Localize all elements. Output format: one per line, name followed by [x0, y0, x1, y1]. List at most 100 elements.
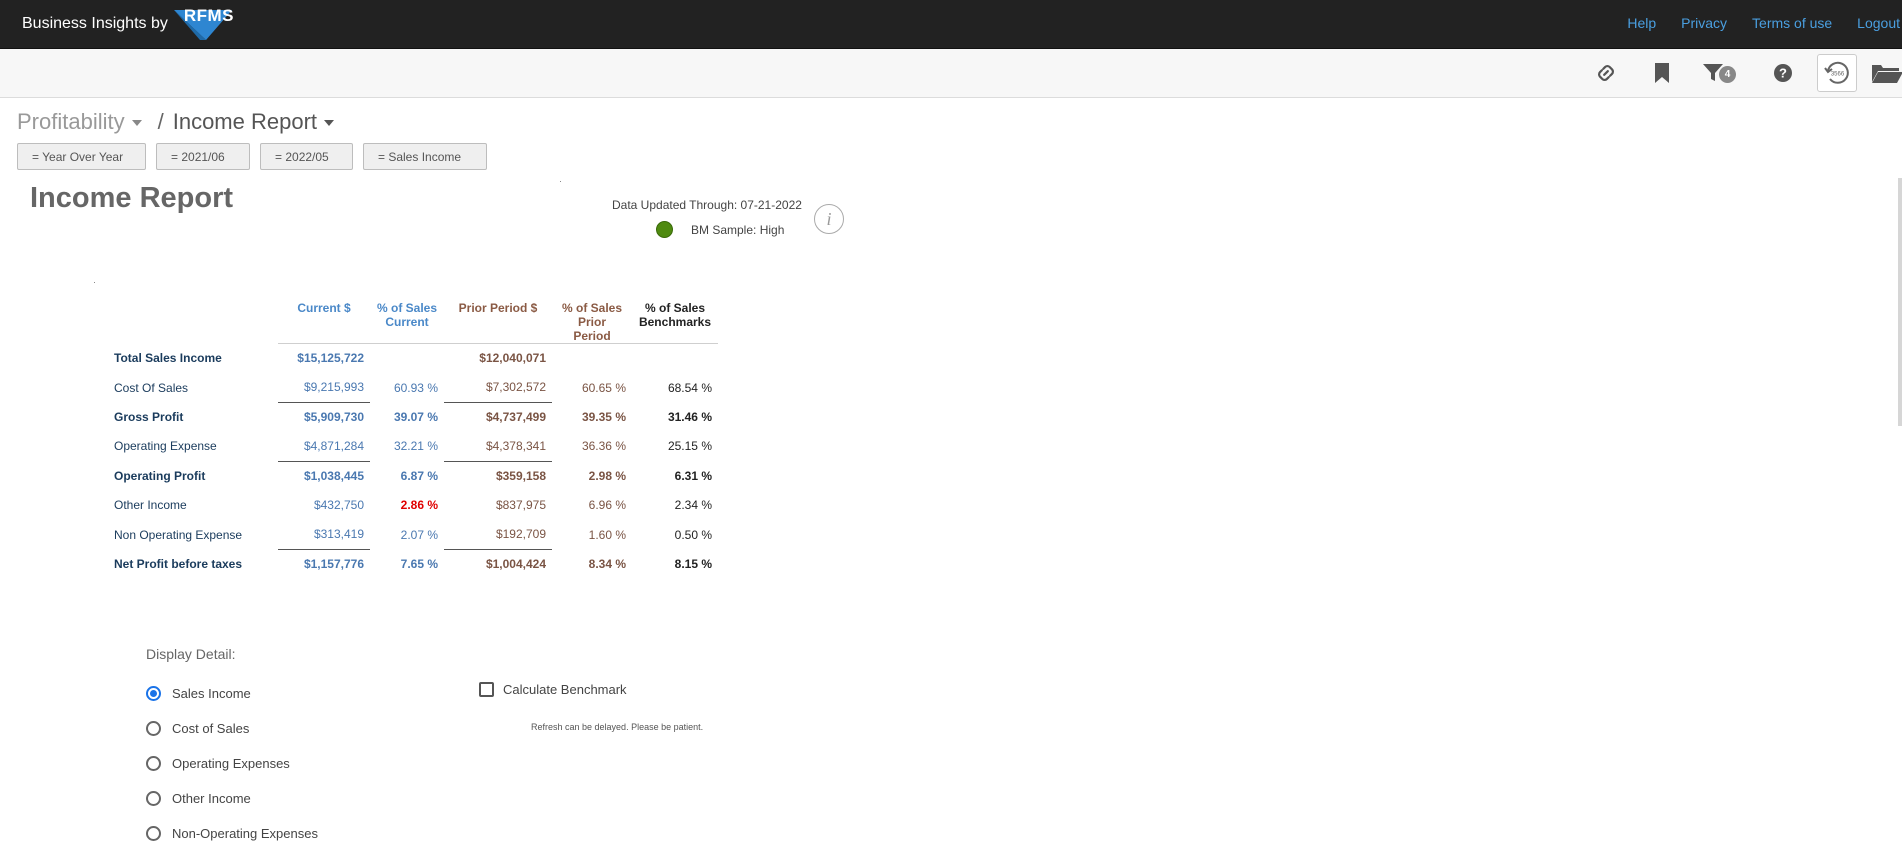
chevron-down-icon [131, 120, 142, 126]
nav-links: Help Privacy Terms of use Logout [1602, 0, 1900, 46]
cell-pct-current: 32.21 % [393, 439, 438, 454]
breadcrumb: Profitability / Income Report [17, 108, 335, 136]
row-label: Gross Profit [114, 409, 184, 424]
income-report-table: Current $ % of Sales Current Prior Period… [108, 297, 718, 579]
calculate-benchmark-checkbox[interactable]: Calculate Benchmark [479, 682, 627, 697]
row-label: Cost Of Sales [114, 380, 189, 395]
breadcrumb-separator: / [157, 109, 164, 134]
checkbox-icon[interactable] [479, 682, 494, 697]
share-link-button[interactable] [1589, 58, 1623, 88]
cell-benchmark: 6.31 % [674, 468, 712, 483]
rfms-logo: RFMS [170, 5, 246, 43]
cell-pct-current: 7.65 % [400, 556, 438, 571]
cell-pct-current: 6.87 % [400, 468, 438, 483]
svg-text:3566: 3566 [1831, 72, 1845, 78]
terms-link[interactable]: Terms of use [1752, 15, 1832, 31]
cell-current: $15,125,722 [297, 351, 364, 366]
cell-prior: $12,040,071 [479, 351, 546, 366]
table-header-row: Current $ % of Sales Current Prior Period… [108, 297, 718, 344]
cell-pct-current [370, 344, 444, 373]
row-label: Net Profit before taxes [114, 556, 243, 571]
cell-pct-prior [552, 344, 632, 373]
cell-current: $313,419 [313, 527, 364, 542]
question-icon: ? [1774, 64, 1792, 82]
cell-prior: $4,378,341 [485, 439, 546, 454]
report-title: Income Report [30, 182, 234, 214]
radio-label: Other Income [172, 791, 251, 806]
info-icon[interactable]: i [814, 204, 844, 234]
row-label: Operating Profit [114, 468, 206, 483]
radio-icon[interactable] [146, 826, 161, 841]
radio-label: Non-Operating Expenses [172, 826, 318, 841]
bookmark-button[interactable] [1645, 58, 1679, 88]
table-row: Operating Expense $4,871,284 32.21 % $4,… [108, 432, 718, 461]
cell-pct-prior: 8.34 % [588, 556, 626, 571]
cell-pct-current: 39.07 % [393, 409, 438, 424]
radio-sales-income[interactable]: Sales Income [146, 686, 251, 701]
cell-benchmark [632, 344, 718, 373]
cell-pct-current: 2.07 % [400, 527, 438, 542]
row-label: Non Operating Expense [114, 527, 243, 542]
scrollbar[interactable] [1898, 178, 1902, 426]
cell-pct-prior: 2.98 % [588, 468, 626, 483]
cell-pct-prior: 6.96 % [588, 498, 626, 513]
radio-label: Sales Income [172, 686, 251, 701]
radio-icon[interactable] [146, 791, 161, 806]
breadcrumb-income-report[interactable]: Income Report [173, 109, 335, 135]
filter-chip-end-period[interactable]: = 2022/05 [260, 143, 353, 170]
help-button[interactable]: ? [1766, 58, 1800, 88]
header-pct-current: % of Sales Current [370, 297, 444, 344]
svg-text:?: ? [1779, 66, 1787, 81]
benchmark-sample-indicator: BM Sample: High [656, 221, 784, 238]
breadcrumb-parent-label: Profitability [17, 109, 125, 134]
logo-text: RFMS [183, 6, 235, 25]
cell-pct-prior: 39.35 % [581, 409, 626, 424]
cell-current: $1,157,776 [278, 548, 370, 579]
privacy-link[interactable]: Privacy [1681, 15, 1727, 31]
cell-pct-prior: 1.60 % [588, 527, 626, 542]
radio-cost-of-sales[interactable]: Cost of Sales [146, 721, 249, 736]
table-row: Non Operating Expense $313,419 2.07 % $1… [108, 520, 718, 549]
radio-selected-icon[interactable] [146, 686, 161, 701]
radio-other-income[interactable]: Other Income [146, 791, 251, 806]
table-row: Other Income $432,750 2.86 % $837,975 6.… [108, 490, 718, 519]
display-detail-label: Display Detail: [146, 646, 236, 662]
header-current: Current $ [278, 297, 370, 344]
cell-pct-current: 60.93 % [393, 380, 438, 395]
radio-icon[interactable] [146, 756, 161, 771]
radio-non-operating-expenses[interactable]: Non-Operating Expenses [146, 826, 318, 841]
cell-benchmark: 8.15 % [674, 556, 712, 571]
header-blank [108, 297, 278, 344]
brand-text: Business Insights by [22, 15, 168, 32]
help-link[interactable]: Help [1627, 15, 1656, 31]
radio-icon[interactable] [146, 721, 161, 736]
toolbar: 4 ? 3566 [0, 49, 1902, 98]
filter-chips: = Year Over Year = 2021/06 = 2022/05 = S… [17, 143, 497, 170]
table-row: Operating Profit $1,038,445 6.87 % $359,… [108, 460, 718, 491]
filter-button[interactable]: 4 [1698, 58, 1742, 88]
filter-chip-start-period[interactable]: = 2021/06 [156, 143, 250, 170]
cell-prior: $359,158 [444, 460, 552, 491]
cell-pct-current: 2.86 % [400, 498, 438, 513]
cell-prior: $4,737,499 [444, 401, 552, 432]
chevron-down-icon [324, 120, 335, 126]
decorative-dot [560, 181, 561, 182]
cell-current: $432,750 [313, 498, 364, 513]
open-folder-button[interactable] [1869, 58, 1902, 88]
table-row: Cost Of Sales $9,215,993 60.93 % $7,302,… [108, 373, 718, 402]
filter-chip-year-over-year[interactable]: = Year Over Year [17, 143, 146, 170]
decorative-dot [94, 282, 95, 283]
radio-label: Operating Expenses [172, 756, 290, 771]
calculate-benchmark-label: Calculate Benchmark [503, 682, 627, 697]
history-button[interactable]: 3566 [1817, 54, 1857, 92]
filter-chip-sales-income[interactable]: = Sales Income [363, 143, 487, 170]
brand[interactable]: Business Insights by RFMS [22, 5, 246, 43]
refresh-note: Refresh can be delayed. Please be patien… [531, 722, 704, 732]
logout-link[interactable]: Logout [1857, 15, 1900, 31]
cell-current: $4,871,284 [303, 439, 364, 454]
radio-label: Cost of Sales [172, 721, 250, 736]
breadcrumb-profitability[interactable]: Profitability [17, 109, 142, 135]
row-label: Operating Expense [114, 439, 217, 454]
radio-operating-expenses[interactable]: Operating Expenses [146, 756, 290, 771]
row-label: Total Sales Income [114, 351, 222, 366]
